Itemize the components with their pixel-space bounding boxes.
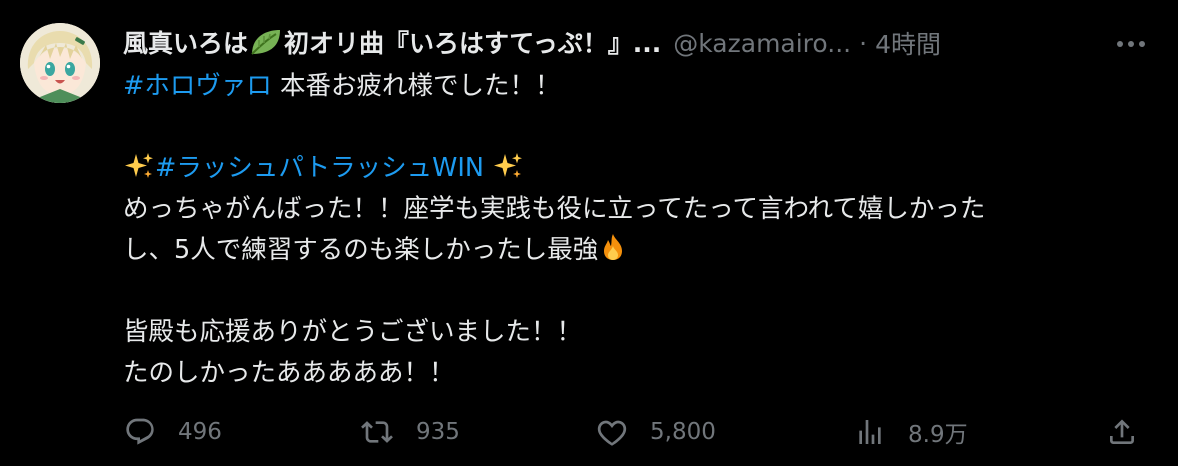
share-button[interactable] bbox=[1106, 412, 1138, 452]
tweet-line-2: #ラッシュパトラッシュWIN bbox=[123, 148, 1153, 189]
display-name[interactable]: 風真いろは 初オリ曲『いろはすてっぷ！』... bbox=[123, 24, 661, 63]
like-button[interactable]: 5,800 bbox=[596, 412, 716, 452]
tweet-line-3: めっちゃがんばった！！座学も実践も役に立ってたって言われて嬉しかった bbox=[123, 194, 986, 224]
tweet-line-4-text: し、5人で練習するのも楽しかったし最強 bbox=[123, 235, 599, 265]
like-count: 5,800 bbox=[650, 419, 716, 445]
tweet-line-6: たのしかったあああああ！！ bbox=[123, 358, 455, 388]
tweet-line-4: し、5人で練習するのも楽しかったし最強 bbox=[123, 230, 1153, 271]
sparkles-emoji-icon bbox=[492, 152, 524, 193]
tweet-actions: 496 935 5,800 8.9万 bbox=[124, 412, 1154, 452]
sparkles-emoji-icon bbox=[123, 152, 155, 193]
reply-icon bbox=[126, 418, 154, 445]
tweet-header: 風真いろは 初オリ曲『いろはすてっぷ！』... @kazamairo... · … bbox=[123, 25, 941, 61]
display-name-part2: 初オリ曲『いろはすてっぷ！』... bbox=[284, 28, 662, 58]
retweet-icon bbox=[361, 421, 393, 443]
reply-button[interactable]: 496 bbox=[124, 412, 222, 452]
hashtag-holovalo[interactable]: #ホロヴァロ bbox=[123, 71, 272, 101]
hashtag-rush-patrush-win[interactable]: #ラッシュパトラッシュWIN bbox=[155, 153, 484, 183]
retweet-count: 935 bbox=[416, 419, 460, 445]
views-bar-chart-icon bbox=[859, 420, 881, 444]
views-button[interactable]: 8.9万 bbox=[854, 412, 968, 452]
display-name-part1: 風真いろは bbox=[123, 28, 249, 58]
tweet-line-1-text: 本番お疲れ様でした！！ bbox=[271, 71, 561, 101]
user-handle[interactable]: @kazamairo... bbox=[673, 29, 851, 58]
reply-count: 496 bbox=[178, 419, 222, 445]
views-count: 8.9万 bbox=[908, 422, 968, 448]
timestamp[interactable]: 4時間 bbox=[875, 25, 941, 61]
share-icon bbox=[1110, 419, 1134, 444]
more-options-button[interactable] bbox=[1108, 28, 1154, 60]
leaf-emoji-icon bbox=[249, 27, 283, 63]
retweet-button[interactable]: 935 bbox=[360, 412, 460, 452]
more-horizontal-icon bbox=[1117, 41, 1145, 47]
tweet-line-1: #ホロヴァロ 本番お疲れ様でした！！ bbox=[123, 66, 1153, 107]
separator-dot: · bbox=[859, 28, 868, 58]
tweet[interactable]: 風真いろは 初オリ曲『いろはすてっぷ！』... @kazamairo... · … bbox=[0, 0, 1178, 466]
tweet-text: #ホロヴァロ 本番お疲れ様でした！！ #ラッシュパトラッシュWIN めっちゃがん… bbox=[123, 66, 1153, 394]
tweet-line-5: 皆殿も応援ありがとうございました！！ bbox=[123, 317, 583, 347]
avatar-image bbox=[20, 23, 100, 103]
avatar[interactable] bbox=[20, 23, 100, 103]
fire-emoji-icon bbox=[598, 232, 628, 275]
heart-icon bbox=[597, 420, 627, 446]
